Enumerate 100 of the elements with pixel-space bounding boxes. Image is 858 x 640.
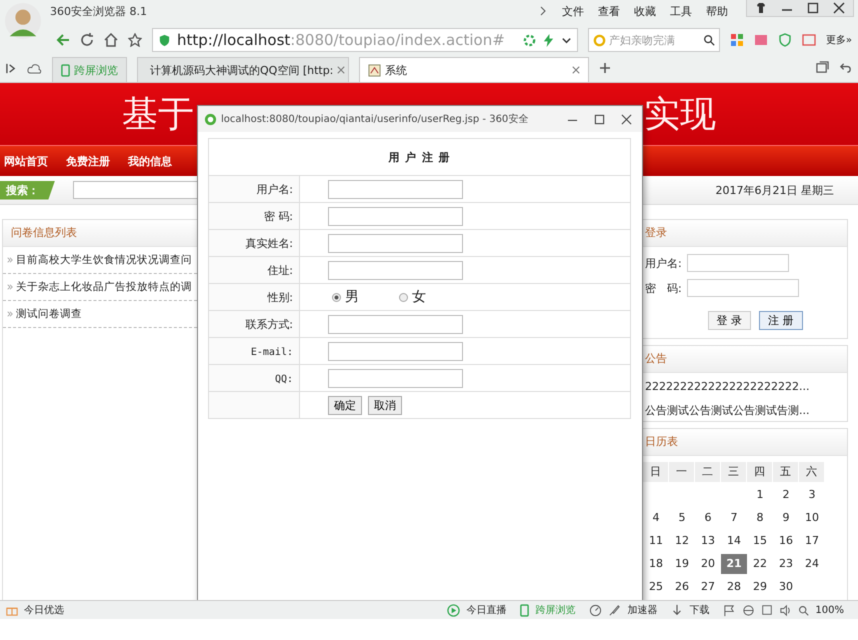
calendar-day[interactable]: 4	[643, 508, 669, 528]
more-menu[interactable]: 更多»	[826, 33, 852, 47]
calendar-day[interactable]: 26	[669, 577, 695, 597]
field-label: 联系方式:	[245, 318, 293, 330]
radio-button[interactable]	[399, 292, 408, 302]
calendar-day[interactable]: 18	[643, 554, 669, 574]
calendar-day[interactable]: 6	[695, 508, 721, 528]
input-field[interactable]	[328, 234, 463, 252]
login-button[interactable]: 注 册	[759, 311, 802, 330]
calendar-day[interactable]: 13	[695, 531, 721, 551]
calendar-day[interactable]: 7	[721, 508, 747, 528]
close-icon[interactable]	[833, 2, 845, 14]
calendar-day[interactable]: 20	[695, 554, 721, 574]
radio-button[interactable]	[332, 292, 341, 302]
login-button[interactable]: 登 录	[708, 311, 751, 330]
undo-icon[interactable]	[839, 61, 852, 74]
cloud-icon[interactable]	[27, 63, 42, 74]
calendar-day[interactable]: 9	[773, 508, 799, 528]
calendar-day[interactable]: 11	[643, 531, 669, 551]
calendar-day[interactable]: 3	[799, 485, 825, 505]
survey-link[interactable]: 测试问卷调查	[16, 307, 82, 321]
refresh-icon[interactable]	[80, 33, 94, 47]
windows-icon[interactable]	[816, 61, 829, 74]
calendar-day[interactable]: 24	[799, 554, 825, 574]
menu-item[interactable]: 工具	[670, 4, 692, 19]
shirt-icon[interactable]	[755, 2, 767, 14]
zoom-icon[interactable]	[798, 604, 810, 616]
calendar-day[interactable]: 1	[747, 485, 773, 505]
zoom-level[interactable]: 100%	[815, 604, 844, 616]
calendar-day[interactable]: 15	[747, 531, 773, 551]
menu-item[interactable]: 帮助	[706, 4, 728, 19]
calendar-day[interactable]: 25	[643, 577, 669, 597]
status-link[interactable]: 加速器	[627, 603, 658, 617]
close-tab-icon[interactable]	[572, 66, 580, 74]
close-icon[interactable]	[621, 114, 632, 124]
maximize-icon[interactable]	[807, 2, 819, 14]
notice-link[interactable]: 2222222222222222222222...	[643, 373, 847, 396]
survey-link[interactable]: 关于杂志上化妆品广告投放特点的调	[16, 280, 192, 294]
input-field[interactable]	[328, 342, 463, 360]
form-title: 用 户 注 册	[388, 150, 451, 164]
close-tab-icon[interactable]	[337, 66, 346, 74]
calendar-day[interactable]: 14	[721, 531, 747, 551]
new-tab-icon[interactable]	[599, 62, 611, 74]
input-field[interactable]	[328, 260, 463, 280]
calendar-day[interactable]: 16	[773, 531, 799, 551]
speed-icon	[589, 604, 602, 616]
chevron-icon[interactable]	[538, 6, 548, 16]
window-icon[interactable]	[761, 604, 774, 616]
address-bar[interactable]: http://localhost:8080/toupiao/index.action#	[152, 28, 578, 52]
calendar-day[interactable]: 29	[747, 577, 773, 597]
form-button[interactable]: 取消	[368, 396, 402, 414]
status-link[interactable]: 下载	[689, 603, 710, 617]
login-input[interactable]	[687, 254, 789, 272]
nav-link[interactable]: 我的信息	[124, 154, 178, 168]
calendar-day[interactable]: 10	[799, 508, 825, 528]
calendar-day[interactable]: 2	[773, 485, 799, 505]
input-field[interactable]	[328, 368, 463, 388]
login-input[interactable]	[687, 279, 799, 297]
calendar-day[interactable]: 17	[799, 531, 825, 551]
input-field[interactable]	[328, 180, 463, 198]
calendar-day[interactable]: 21	[721, 554, 747, 574]
menu-item[interactable]: 查看	[598, 4, 620, 19]
menu-item[interactable]: 文件	[562, 4, 584, 19]
browser-tab[interactable]: 系统	[359, 57, 589, 82]
lightning-icon[interactable]	[542, 34, 555, 46]
input-field[interactable]	[328, 206, 463, 226]
radio-label: 女	[412, 288, 426, 306]
menu-item[interactable]: 收藏	[634, 4, 656, 19]
status-link[interactable]: 今日直播	[466, 603, 506, 617]
calendar-day[interactable]: 30	[773, 577, 799, 597]
calendar-day[interactable]: 5	[669, 508, 695, 528]
user-avatar-icon[interactable]	[4, 2, 42, 40]
star-icon[interactable]	[128, 33, 142, 47]
calendar-day[interactable]: 8	[747, 508, 773, 528]
maximize-icon[interactable]	[594, 114, 605, 124]
nav-link[interactable]: 免费注册	[62, 154, 116, 168]
status-link[interactable]: 今日优选	[24, 603, 64, 617]
calendar-day[interactable]: 19	[669, 554, 695, 574]
apps-grid-icon[interactable]	[730, 33, 744, 47]
home-icon[interactable]	[104, 33, 118, 47]
phone-icon	[61, 64, 70, 76]
calendar-day[interactable]: 23	[773, 554, 799, 574]
form-button[interactable]: 确定	[328, 396, 362, 414]
search-icon[interactable]	[702, 34, 715, 46]
nav-link[interactable]: 网站首页	[0, 154, 54, 168]
calendar-day[interactable]: 28	[721, 577, 747, 597]
back-icon[interactable]	[56, 33, 70, 47]
spinner-icon[interactable]	[522, 34, 536, 46]
sidebar-toggle-icon[interactable]	[6, 63, 17, 74]
browser-tab[interactable]: 计算机源码大神调试的QQ空间 [http:	[137, 57, 349, 82]
calendar-day[interactable]: 22	[747, 554, 773, 574]
calendar-day[interactable]: 27	[695, 577, 721, 597]
input-field[interactable]	[328, 314, 463, 334]
survey-link[interactable]: 目前高校大学生饮食情况状况调查问	[16, 253, 192, 267]
banner-title: 实现	[644, 92, 717, 136]
popup-title: localhost:8080/toupiao/qiantai/userinfo/userReg.jsp - 360安全	[221, 112, 530, 126]
speaker-icon[interactable]	[779, 604, 792, 616]
notice-link[interactable]: 公告测试公告测试公告测试告测...	[643, 396, 847, 421]
calendar-day[interactable]: 12	[669, 531, 695, 551]
flag-icon[interactable]	[723, 604, 736, 616]
